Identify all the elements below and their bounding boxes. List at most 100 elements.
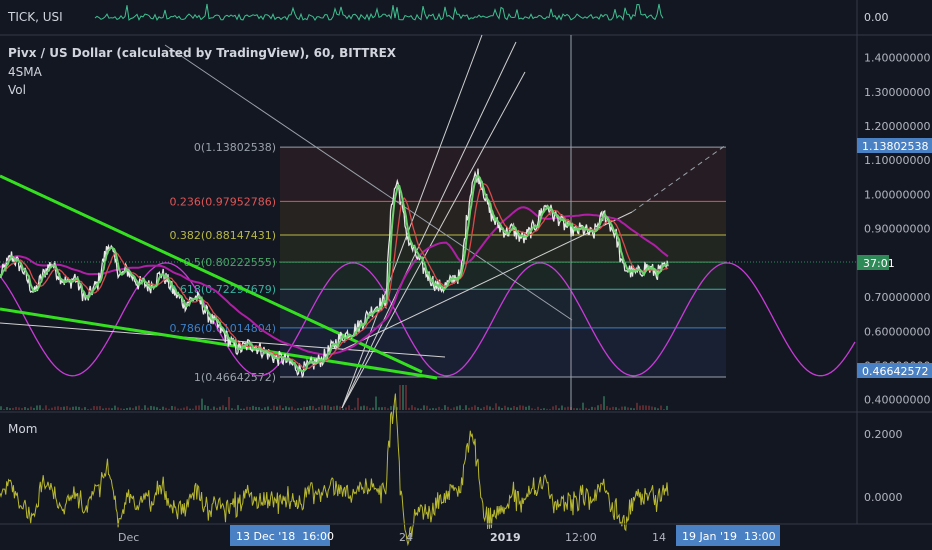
volume-bar [387,408,389,410]
volume-bar [156,407,158,410]
volume-bar [165,407,167,410]
volume-bar [639,405,641,410]
indicator-label-vol[interactable]: Vol [8,83,26,97]
volume-bar [288,407,290,410]
volume-bar [147,407,149,410]
volume-bar [666,405,668,410]
volume-bar [252,405,254,410]
volume-bar [390,406,392,410]
volume-bar [429,408,431,410]
price-axis[interactable]: 1.40000000 1.30000000 1.20000000 1.10000000… [856,0,932,524]
volume-bar [231,408,233,410]
volume-bar [546,408,548,410]
volume-bar [177,408,179,410]
time-badge-start: 13 Dec '18 16:00 [230,525,334,546]
tick-axis-tick: 0.00 [864,11,889,24]
trading-chart[interactable]: 0(1.13802538) 0.236(0.97952786) 0.382(0.88… [0,0,932,550]
volume-bar [381,407,383,410]
volume-bar [24,406,26,410]
volume-bar [12,407,14,410]
volume-bar [222,405,224,410]
indicator-label-4sma[interactable]: 4SMA [8,65,42,79]
volume-bar [318,406,320,410]
momentum-pane-legend[interactable]: Mom [8,422,37,436]
price-tick-7: 0.60000000 [864,325,930,338]
volume-bar [21,408,23,410]
volume-bar [336,405,338,410]
volume-bar [444,405,446,410]
price-tick-3: 1.10000000 [864,154,930,167]
volume-bar [234,408,236,410]
volume-bar [498,406,500,410]
volume-bar [597,405,599,410]
volume-bar [69,407,71,410]
volume-bar [591,406,593,410]
volume-bar [426,405,428,410]
volume-bar [195,405,197,410]
volume-bar [561,405,563,410]
volume-bar [150,405,152,410]
volume-bar [108,407,110,410]
price-badge-low-text: 0.46642572 [862,365,928,378]
time-label-dec: Dec [118,531,139,544]
momentum-axis-ticks: 0.2000 0.0000 [864,428,903,504]
momentum-tick-1: 0.0000 [864,491,903,504]
tick-pane [94,3,664,22]
fib-level-label-4: 0.618(0.72297679) [169,283,276,296]
volume-bar [657,408,659,410]
volume-bar [324,405,326,410]
volume-bar [39,405,41,410]
volume-bar [180,408,182,410]
volume-bar [93,406,95,410]
volume-bar [15,406,17,410]
volume-bar [555,405,557,410]
volume-bar [3,408,5,410]
volume-bar [237,405,239,410]
volume-bar [327,405,329,410]
volume-bar [384,406,386,410]
volume-bar [468,407,470,410]
volume-bar [531,408,533,410]
volume-bar [483,406,485,410]
time-label-14: 14 [652,531,666,544]
time-badge-end: 19 Jan '19 13:00 [676,525,780,546]
volume-bar [549,408,551,410]
volume-bar [630,407,632,410]
volume-bar [45,405,47,410]
volume-bar [402,385,404,410]
volume-bar [90,408,92,410]
volume-bar [219,406,221,410]
volume-bar [333,406,335,410]
volume-bar [645,405,647,410]
volume-bar [588,408,590,410]
volume-bar [600,404,602,410]
volume-bar [87,408,89,410]
volume-bar [84,407,86,410]
main-pane-title[interactable]: Pivx / US Dollar (calculated by TradingV… [8,46,396,60]
volume-bar [432,408,434,410]
volume-bar [168,408,170,410]
volume-bar [447,406,449,410]
volume-bar [354,407,356,410]
volume-bar [378,407,380,410]
time-axis[interactable]: Dec 24 2019 12:00 14 13 Dec '18 16:00 19… [0,523,932,546]
volume-bar [102,408,104,410]
price-tick-5: 0.90000000 [864,223,930,236]
volume-bar [60,407,62,410]
volume-bar [423,405,425,410]
volume-bar [501,407,503,410]
volume-bar [528,405,530,410]
fib-level-label-6: 1(0.46642572) [194,371,276,384]
volume-bar [141,408,143,410]
volume-bar [534,408,536,410]
volume-bar [117,407,119,410]
volume-bar [495,403,497,410]
volume-bar [339,406,341,410]
main-pane[interactable]: 0(1.13802538) 0.236(0.97952786) 0.382(0.88… [0,34,857,410]
volume-bar [78,406,80,410]
volume-bar [552,406,554,410]
volume-bar [486,405,488,410]
tick-pane-legend[interactable]: TICK, USI [8,10,63,24]
volume-bar [243,408,245,410]
price-badge-low: 0.46642572 [857,363,932,378]
